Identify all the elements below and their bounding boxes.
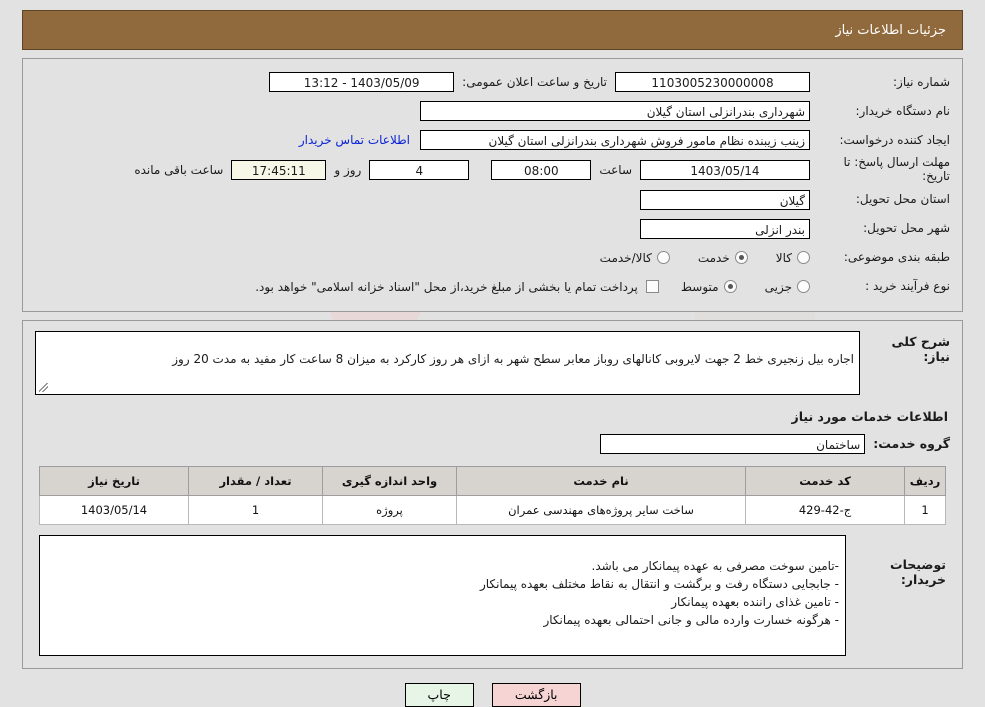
treasury-bonds-note: پرداخت تمام یا بخشی از مبلغ خرید،از محل … bbox=[255, 279, 638, 294]
process-medium-label: متوسط bbox=[680, 279, 719, 294]
publish-datetime-label: تاریخ و ساعت اعلان عمومی: bbox=[462, 75, 607, 89]
row-subject-category: طبقه بندی موضوعی: کالا خدمت کالا/خدمت bbox=[35, 245, 950, 271]
cell-quantity: 1 bbox=[188, 494, 323, 525]
category-goods-label: کالا bbox=[775, 250, 792, 265]
radio-minor-icon[interactable] bbox=[797, 280, 810, 294]
radio-goods-service-icon[interactable] bbox=[656, 251, 670, 265]
resize-grip-icon[interactable] bbox=[38, 383, 48, 393]
col-header-quantity: تعداد / مقدار bbox=[188, 465, 323, 496]
buyer-notes-text: -تامین سوخت مصرفی به عهده پیمانکار می با… bbox=[479, 558, 839, 627]
category-option-service[interactable]: خدمت bbox=[698, 251, 748, 265]
row-purchase-process: نوع فرآیند خرید : جزیی متوسط پرداخت تمام… bbox=[35, 274, 950, 300]
cell-unit: پروژه bbox=[322, 494, 457, 525]
buyer-org-field[interactable]: شهرداری بندرانزلی استان گیلان bbox=[420, 101, 810, 121]
page-title-bar: جزئیات اطلاعات نیاز bbox=[22, 10, 963, 50]
deadline-hour-label: ساعت bbox=[599, 162, 632, 177]
need-details-panel: شرح کلی نیاز: اجاره بیل زنجیری خط 2 جهت … bbox=[22, 319, 963, 669]
service-group-label: گروه خدمت: bbox=[873, 436, 950, 452]
print-button[interactable]: چاپ bbox=[404, 682, 474, 707]
deadline-date-field[interactable]: 1403/05/14 bbox=[640, 159, 810, 180]
process-option-minor[interactable]: جزیی bbox=[765, 280, 810, 294]
row-buyer-notes: توضیحات خریدار: -تامین سوخت مصرفی به عهد… bbox=[39, 534, 946, 656]
category-option-goods[interactable]: کالا bbox=[776, 251, 810, 265]
services-table: ردیف کد خدمت نام خدمت واحد اندازه گیری ت… bbox=[39, 465, 946, 525]
process-option-medium[interactable]: متوسط bbox=[681, 280, 737, 294]
category-option-goods-service[interactable]: کالا/خدمت bbox=[600, 251, 670, 265]
subject-category-radios: کالا خدمت کالا/خدمت bbox=[578, 251, 810, 265]
purchase-process-radios: جزیی متوسط bbox=[659, 280, 810, 294]
table-header-row: ردیف کد خدمت نام خدمت واحد اندازه گیری ت… bbox=[39, 465, 946, 496]
col-header-radif: ردیف bbox=[904, 465, 946, 496]
delivery-province-field[interactable]: گیلان bbox=[640, 189, 810, 210]
need-number-field[interactable]: 1103005230000008 bbox=[615, 72, 810, 92]
row-service-group: گروه خدمت: ساختمان bbox=[35, 433, 950, 454]
remaining-days-label: روز و bbox=[334, 162, 362, 177]
general-description-text: اجاره بیل زنجیری خط 2 جهت لایروبی کاناله… bbox=[172, 351, 854, 366]
delivery-city-field[interactable]: بندر انزلی bbox=[640, 218, 810, 239]
general-description-textarea[interactable]: اجاره بیل زنجیری خط 2 جهت لایروبی کاناله… bbox=[35, 330, 860, 395]
col-header-unit: واحد اندازه گیری bbox=[322, 465, 457, 496]
subject-category-label: طبقه بندی موضوعی: bbox=[843, 250, 950, 265]
cell-radif: 1 bbox=[904, 494, 946, 525]
delivery-province-label: استان محل تحویل: bbox=[855, 192, 950, 207]
services-section-heading: اطلاعات خدمات مورد نیاز bbox=[791, 408, 949, 424]
row-buyer-org: نام دستگاه خریدار: شهرداری بندرانزلی است… bbox=[35, 98, 950, 124]
row-delivery-city: شهر محل تحویل: بندر انزلی bbox=[35, 216, 950, 242]
col-header-service-code: کد خدمت bbox=[745, 465, 905, 496]
remaining-time-field[interactable]: 17:45:11 bbox=[231, 159, 327, 180]
page-root: جزئیات اطلاعات نیاز شماره نیاز: 11030052… bbox=[0, 10, 985, 707]
buyer-contact-link[interactable]: اطلاعات تماس خریدار bbox=[289, 133, 420, 147]
buyer-org-label: نام دستگاه خریدار: bbox=[855, 103, 951, 118]
buyer-notes-label: توضیحات خریدار: bbox=[890, 556, 946, 587]
col-header-need-date: تاریخ نیاز bbox=[39, 465, 189, 496]
cell-service-code: ج-42-429 bbox=[745, 494, 905, 525]
response-deadline-label: مهلت ارسال پاسخ: تا تاریخ: bbox=[843, 155, 950, 183]
request-creator-field[interactable]: زینب زیبنده نظام مامور فروش شهرداری بندر… bbox=[420, 130, 810, 150]
request-creator-label: ایجاد کننده درخواست: bbox=[839, 132, 950, 147]
category-goods-service-label: کالا/خدمت bbox=[599, 250, 652, 265]
need-number-label: شماره نیاز: bbox=[893, 74, 950, 89]
need-summary-panel: شماره نیاز: 1103005230000008 تاریخ و ساع… bbox=[22, 58, 963, 312]
radio-service-icon[interactable] bbox=[734, 251, 748, 265]
purchase-process-label: نوع فرآیند خرید : bbox=[865, 279, 950, 294]
treasury-bonds-checkbox[interactable] bbox=[645, 280, 659, 294]
process-minor-label: جزیی bbox=[764, 279, 792, 294]
page-title: جزئیات اطلاعات نیاز bbox=[835, 22, 946, 38]
cell-need-date: 1403/05/14 bbox=[39, 494, 189, 525]
row-request-creator: ایجاد کننده درخواست: زینب زیبنده نظام ما… bbox=[35, 127, 950, 153]
remaining-time-label: ساعت باقی مانده bbox=[134, 162, 224, 177]
row-need-number: شماره نیاز: 1103005230000008 تاریخ و ساع… bbox=[35, 69, 950, 95]
buyer-notes-textarea[interactable]: -تامین سوخت مصرفی به عهده پیمانکار می با… bbox=[39, 534, 846, 656]
radio-goods-icon[interactable] bbox=[797, 251, 810, 265]
publish-datetime-field[interactable]: 1403/05/09 - 13:12 bbox=[269, 72, 455, 92]
row-delivery-province: استان محل تحویل: گیلان bbox=[35, 187, 950, 213]
deadline-time-field[interactable]: 08:00 bbox=[491, 159, 592, 180]
radio-medium-icon[interactable] bbox=[723, 280, 737, 294]
category-service-label: خدمت bbox=[697, 250, 730, 265]
footer-actions: بازگشت چاپ bbox=[0, 682, 985, 707]
table-row: 1 ج-42-429 ساخت سایر پروژه‌های مهندسی عم… bbox=[39, 494, 946, 525]
col-header-service-name: نام خدمت bbox=[456, 465, 746, 496]
cell-service-name: ساخت سایر پروژه‌های مهندسی عمران bbox=[456, 494, 746, 525]
remaining-days-field[interactable]: 4 bbox=[369, 159, 470, 180]
back-button[interactable]: بازگشت bbox=[491, 682, 581, 707]
service-group-field[interactable]: ساختمان bbox=[600, 433, 866, 454]
row-general-description: شرح کلی نیاز: اجاره بیل زنجیری خط 2 جهت … bbox=[35, 330, 950, 395]
general-description-label: شرح کلی نیاز: bbox=[891, 333, 950, 364]
row-response-deadline: مهلت ارسال پاسخ: تا تاریخ: 1403/05/14 سا… bbox=[35, 155, 950, 184]
delivery-city-label: شهر محل تحویل: bbox=[863, 221, 950, 236]
